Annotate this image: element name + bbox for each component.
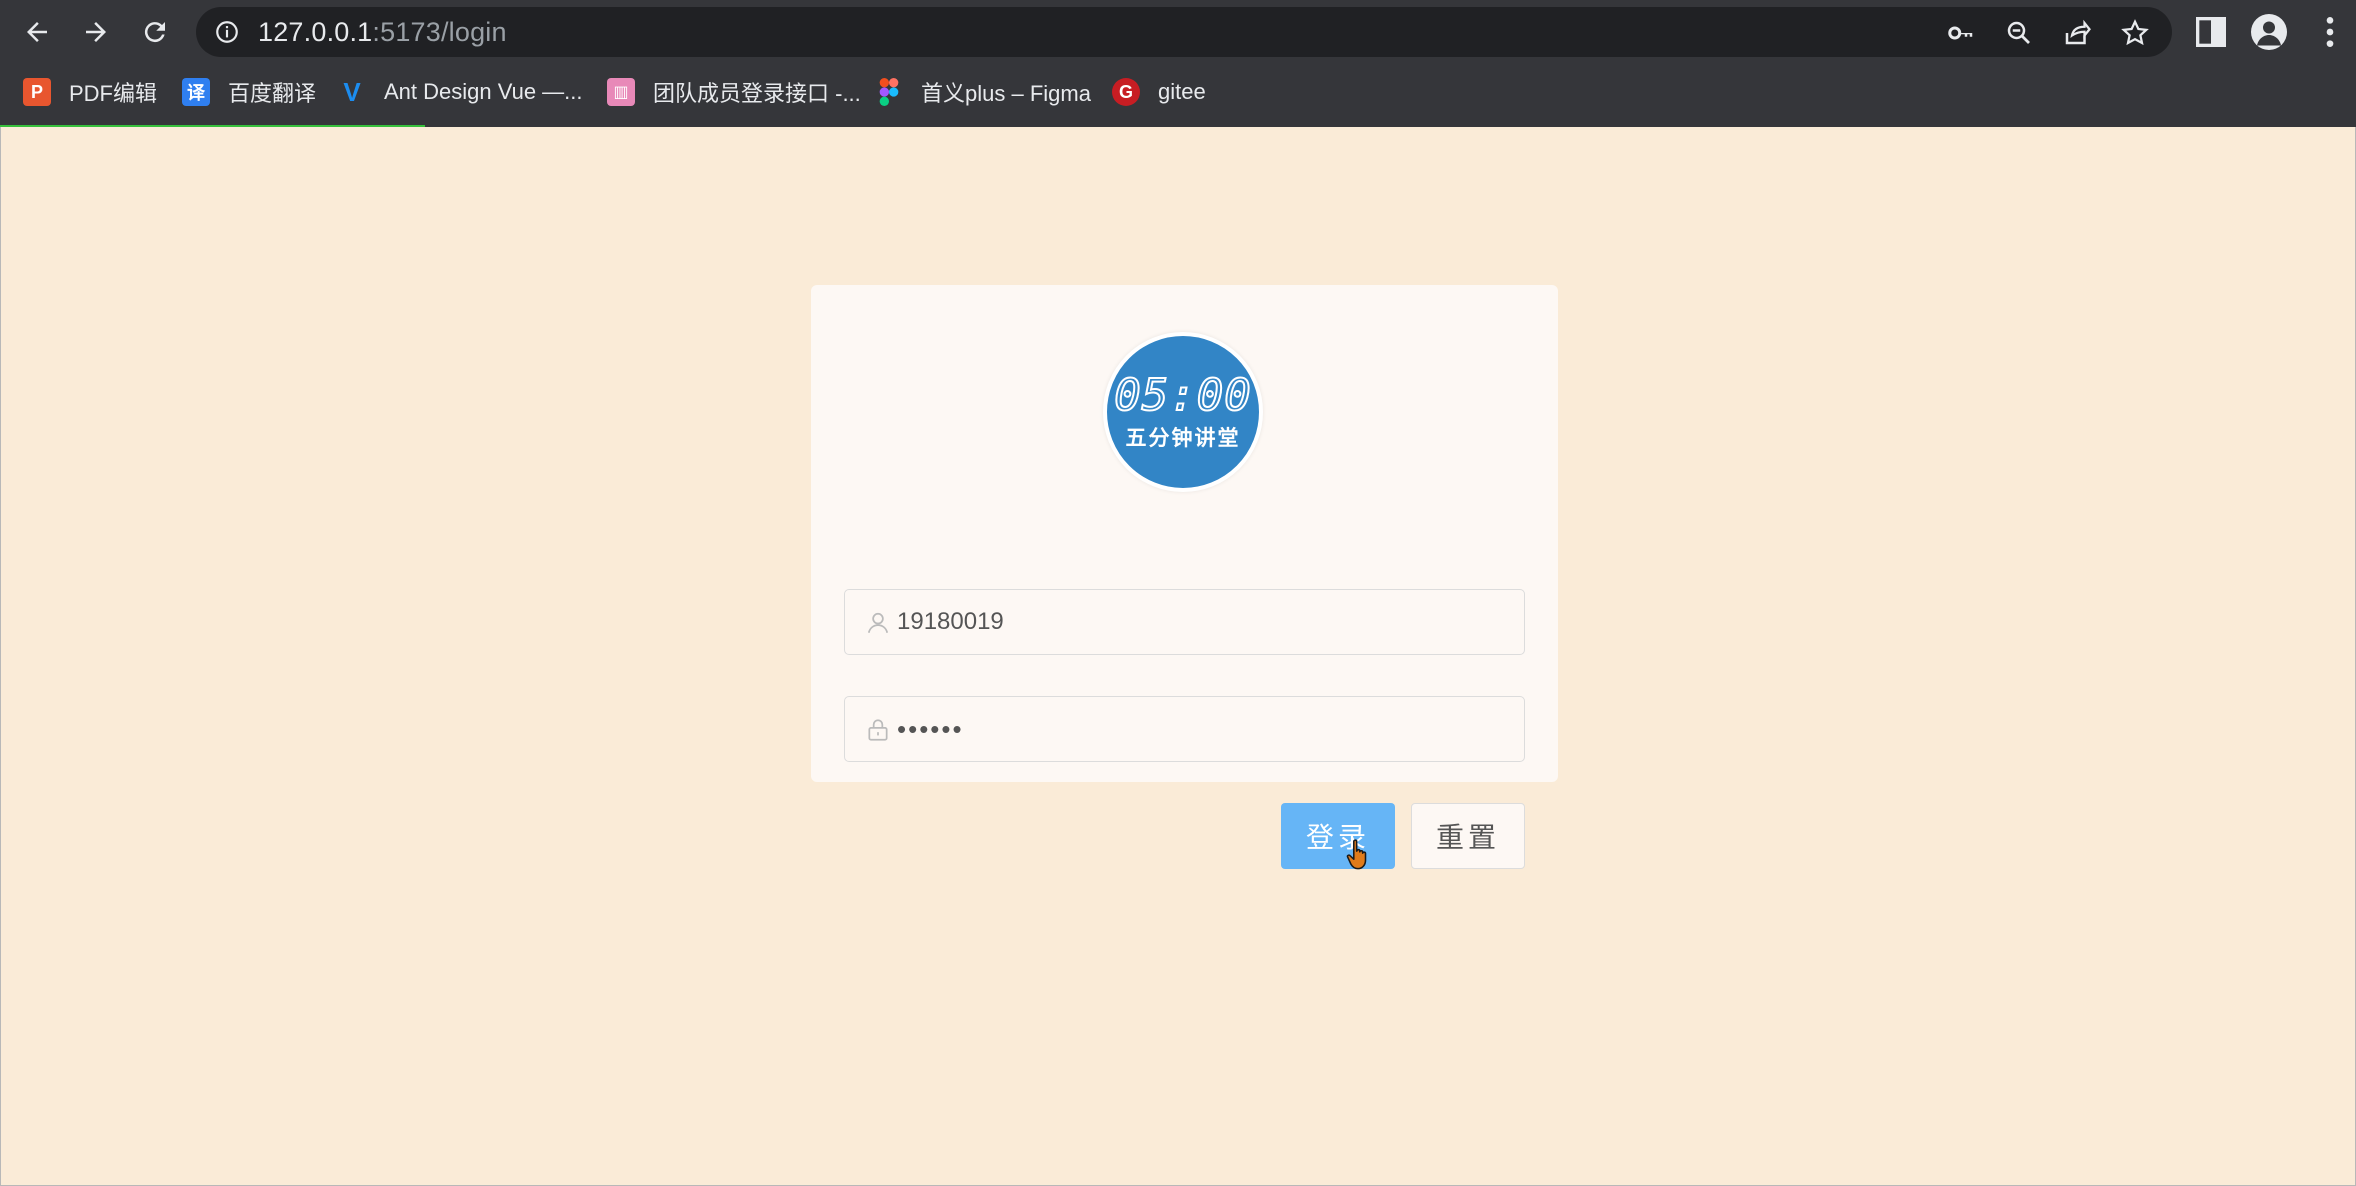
ant-design-vue-icon: V	[343, 76, 361, 107]
site-info-icon[interactable]	[214, 19, 240, 45]
baidu-translate-icon: 译	[182, 78, 210, 106]
bookmark-ant-design-vue[interactable]: V Ant Design Vue —...	[338, 74, 583, 110]
api-doc-icon: ▥	[607, 78, 635, 106]
logo-time-text: 05:00	[1113, 370, 1252, 421]
bookmark-label: 首义plus – Figma	[921, 81, 1091, 106]
bookmark-figma[interactable]: 首义plus – Figma	[875, 74, 1091, 110]
reload-icon	[144, 22, 165, 43]
reset-button[interactable]: 重置	[1411, 803, 1525, 869]
address-bar[interactable]: 127.0.0.1:5173/login	[196, 7, 2172, 57]
url-host: 127.0.0.1	[258, 17, 373, 47]
key-icon[interactable]	[1946, 18, 1976, 48]
side-panel-icon[interactable]	[2191, 12, 2231, 52]
forward-button[interactable]	[76, 12, 116, 52]
reload-button[interactable]	[135, 12, 175, 52]
password-input[interactable]	[897, 697, 1507, 761]
bookmark-api-doc[interactable]: ▥ 团队成员登录接口 -...	[607, 74, 861, 110]
username-field[interactable]	[844, 589, 1525, 655]
bookmarks-bar: P PDF编辑 译 百度翻译 V Ant Design Vue —... ▥ 团…	[0, 68, 2356, 116]
lock-icon	[868, 719, 888, 741]
browser-chrome: 127.0.0.1:5173/login P PDF编辑 译 百度翻译 V An…	[0, 0, 2356, 129]
bookmark-label: gitee	[1158, 79, 1206, 104]
logo-brand-text: 五分钟讲堂	[1125, 425, 1241, 450]
url-path: :5173/login	[372, 17, 507, 47]
profile-icon	[2257, 21, 2281, 46]
user-icon	[867, 612, 889, 633]
forward-arrow-icon	[86, 22, 106, 42]
back-arrow-icon	[27, 22, 47, 42]
bookmark-label: Ant Design Vue —...	[384, 79, 583, 104]
profile-avatar[interactable]	[2251, 14, 2287, 50]
bookmark-gitee[interactable]: G gitee	[1112, 74, 1206, 110]
figma-icon	[875, 78, 903, 106]
back-button[interactable]	[17, 12, 57, 52]
bookmark-label: 百度翻译	[228, 81, 317, 106]
gitee-icon: G	[1112, 78, 1140, 106]
bookmark-star-icon[interactable]	[2120, 18, 2150, 48]
bookmark-pdf-editor[interactable]: P PDF编辑	[23, 74, 157, 110]
bookmark-label: PDF编辑	[69, 81, 158, 106]
share-icon[interactable]	[2062, 18, 2092, 48]
bookmark-baidu-translate[interactable]: 译 百度翻译	[182, 74, 316, 110]
zoom-icon[interactable]	[2004, 18, 2034, 48]
url-text[interactable]: 127.0.0.1:5173/login	[258, 7, 507, 57]
hand-pointer-cursor-icon	[1346, 839, 1367, 870]
bookmark-label: 团队成员登录接口 -...	[653, 81, 861, 106]
menu-kebab-icon[interactable]	[2310, 12, 2350, 52]
password-field[interactable]	[844, 696, 1525, 762]
browser-toolbar: 127.0.0.1:5173/login	[0, 0, 2356, 64]
pdf-editor-icon: P	[23, 78, 51, 106]
app-logo: 05:00 五分钟讲堂	[1103, 332, 1263, 492]
login-button[interactable]: 登录	[1281, 803, 1395, 869]
username-input[interactable]	[897, 590, 1507, 654]
